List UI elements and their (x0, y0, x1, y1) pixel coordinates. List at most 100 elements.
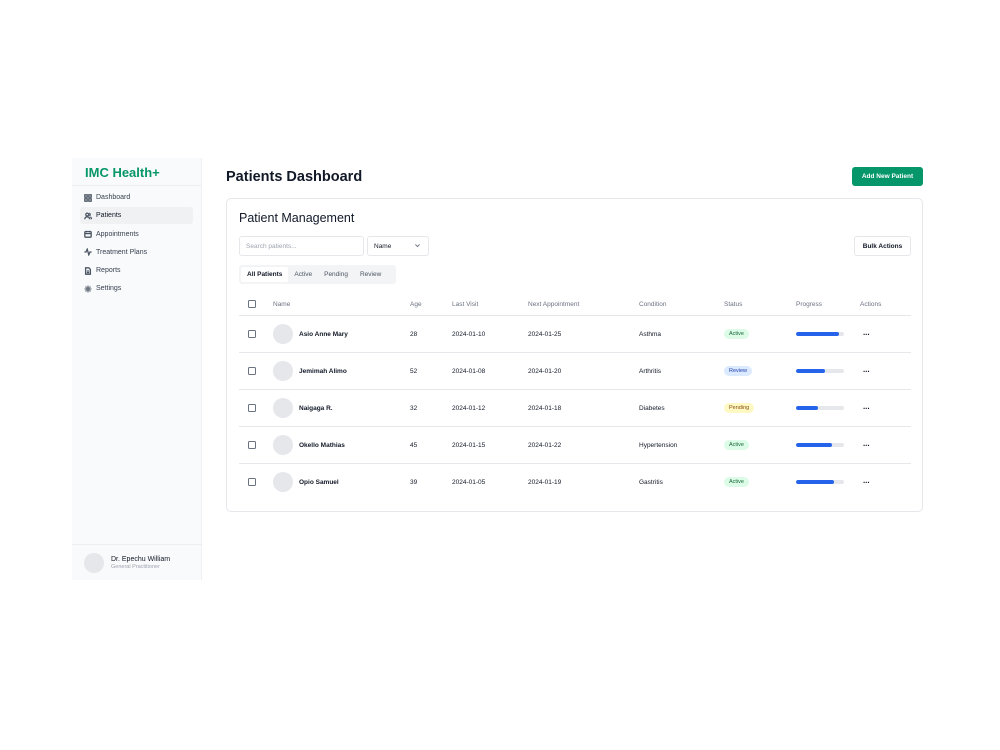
sidebar-nav: Dashboard Patients Appointments Treatmen… (72, 186, 201, 297)
search-input[interactable] (239, 236, 364, 256)
tab-all-patients[interactable]: All Patients (241, 267, 289, 282)
progress-cell (796, 464, 844, 500)
status-tabs: All Patients Active Pending Review (239, 265, 396, 284)
user-name: Dr. Epechu William (111, 555, 171, 563)
status-badge: Pending (724, 403, 755, 413)
more-actions-icon[interactable]: ··· (863, 478, 870, 487)
last-visit-cell: 2024-01-10 (452, 330, 486, 338)
more-actions-icon[interactable]: ··· (863, 441, 870, 450)
patient-cell: Asio Anne Mary (273, 316, 348, 352)
actions-cell: ··· (863, 353, 870, 389)
age-cell: 32 (410, 404, 418, 412)
sidebar-item-label: Dashboard (96, 194, 131, 201)
tab-pending[interactable]: Pending (318, 267, 354, 282)
status-cell: Pending (724, 390, 755, 426)
progress-bar (796, 369, 844, 373)
tab-active[interactable]: Active (288, 267, 318, 282)
sort-select[interactable]: Name (367, 236, 429, 256)
sidebar-item-reports[interactable]: Reports (80, 262, 193, 279)
status-cell: Active (724, 316, 749, 352)
progress-bar-fill (796, 480, 835, 484)
patient-cell: Jemimah Alimo (273, 353, 347, 389)
patient-name: Okello Mathias (299, 441, 345, 449)
age-cell: 52 (410, 367, 418, 375)
next-appointment-cell: 2024-01-18 (528, 404, 562, 412)
progress-cell (796, 353, 844, 389)
condition-cell: Gastritis (639, 478, 663, 486)
patient-management-card: Patient Management Name Bulk Actions All… (226, 198, 923, 512)
table-row[interactable]: Opio Samuel 39 2024-01-05 2024-01-19 Gastrit… (239, 464, 911, 501)
more-actions-icon[interactable]: ··· (863, 367, 870, 376)
next-appointment-cell: 2024-01-20 (528, 367, 562, 375)
patient-cell: Okello Mathias (273, 427, 345, 463)
next-appointment-cell: 2024-01-19 (528, 478, 562, 486)
row-checkbox[interactable] (248, 478, 256, 486)
sidebar-item-label: Patients (96, 212, 122, 220)
sidebar-item-settings[interactable]: Settings (80, 280, 193, 297)
user-profile[interactable]: Dr. Epechu William General Practitioner (72, 544, 202, 580)
status-badge: Active (724, 440, 749, 450)
progress-bar-fill (796, 443, 832, 447)
condition-cell: Diabetes (639, 404, 665, 412)
patient-name: Asio Anne Mary (299, 330, 348, 338)
column-header-age: Age (410, 301, 422, 308)
sidebar-item-label: Reports (96, 267, 121, 275)
avatar (273, 435, 293, 455)
bulk-actions-button[interactable]: Bulk Actions (854, 236, 911, 256)
row-checkbox[interactable] (248, 441, 256, 449)
sidebar-item-treatment-plans[interactable]: Treatment Plans (80, 244, 193, 261)
last-visit-cell: 2024-01-15 (452, 441, 486, 449)
status-badge: Active (724, 329, 749, 339)
status-badge: Active (724, 477, 749, 487)
sidebar-item-label: Settings (96, 285, 122, 293)
sidebar: IMC Health+ Dashboard Patients Appointme… (72, 158, 202, 580)
avatar (84, 552, 104, 573)
sidebar-item-dashboard[interactable]: Dashboard (80, 189, 193, 206)
table-row[interactable]: Okello Mathias 45 2024-01-15 2024-01-22 Hype… (239, 427, 911, 464)
select-all-checkbox[interactable] (248, 300, 256, 308)
calendar-icon (84, 230, 92, 238)
actions-cell: ··· (863, 316, 870, 352)
sort-select-value: Name (374, 242, 392, 250)
table-row[interactable]: Jemimah Alimo 52 2024-01-08 2024-01-20 Arthr… (239, 353, 911, 390)
add-new-patient-button[interactable]: Add New Patient (852, 167, 923, 186)
row-checkbox[interactable] (248, 330, 256, 338)
status-cell: Active (724, 427, 749, 463)
row-checkbox[interactable] (248, 404, 256, 412)
table-row[interactable]: Asio Anne Mary 28 2024-01-10 2024-01-25 Asth… (239, 316, 911, 353)
column-header-condition: Condition (639, 301, 667, 308)
more-actions-icon[interactable]: ··· (863, 330, 870, 339)
row-checkbox[interactable] (248, 367, 256, 375)
progress-cell (796, 316, 844, 352)
progress-bar (796, 480, 844, 484)
last-visit-cell: 2024-01-12 (452, 404, 486, 412)
column-header-next-appointment: Next Appointment (528, 301, 580, 308)
last-visit-cell: 2024-01-08 (452, 367, 486, 375)
page-title: Patients Dashboard (226, 169, 363, 185)
next-appointment-cell: 2024-01-22 (528, 441, 562, 449)
actions-cell: ··· (863, 390, 870, 426)
age-cell: 45 (410, 441, 418, 449)
sidebar-item-label: Treatment Plans (96, 248, 148, 256)
sidebar-item-label: Appointments (96, 230, 139, 238)
progress-bar-fill (796, 332, 840, 336)
card-title: Patient Management (239, 211, 355, 225)
condition-cell: Arthritis (639, 367, 662, 375)
more-actions-icon[interactable]: ··· (863, 404, 870, 413)
next-appointment-cell: 2024-01-25 (528, 330, 562, 338)
table-row[interactable]: Naigaga R. 32 2024-01-12 2024-01-18 Diabetes… (239, 390, 911, 427)
progress-bar-fill (796, 369, 825, 373)
actions-cell: ··· (863, 464, 870, 500)
sidebar-item-appointments[interactable]: Appointments (80, 226, 193, 243)
activity-icon (84, 248, 92, 257)
chevron-down-icon (414, 242, 421, 251)
patient-name: Opio Samuel (299, 478, 339, 486)
column-header-last-visit: Last Visit (452, 301, 479, 308)
tab-review[interactable]: Review (354, 267, 387, 282)
age-cell: 39 (410, 478, 418, 486)
sidebar-item-patients[interactable]: Patients (80, 207, 193, 225)
avatar (273, 472, 293, 492)
status-cell: Review (724, 353, 753, 389)
file-icon (84, 266, 92, 275)
progress-cell (796, 427, 844, 463)
